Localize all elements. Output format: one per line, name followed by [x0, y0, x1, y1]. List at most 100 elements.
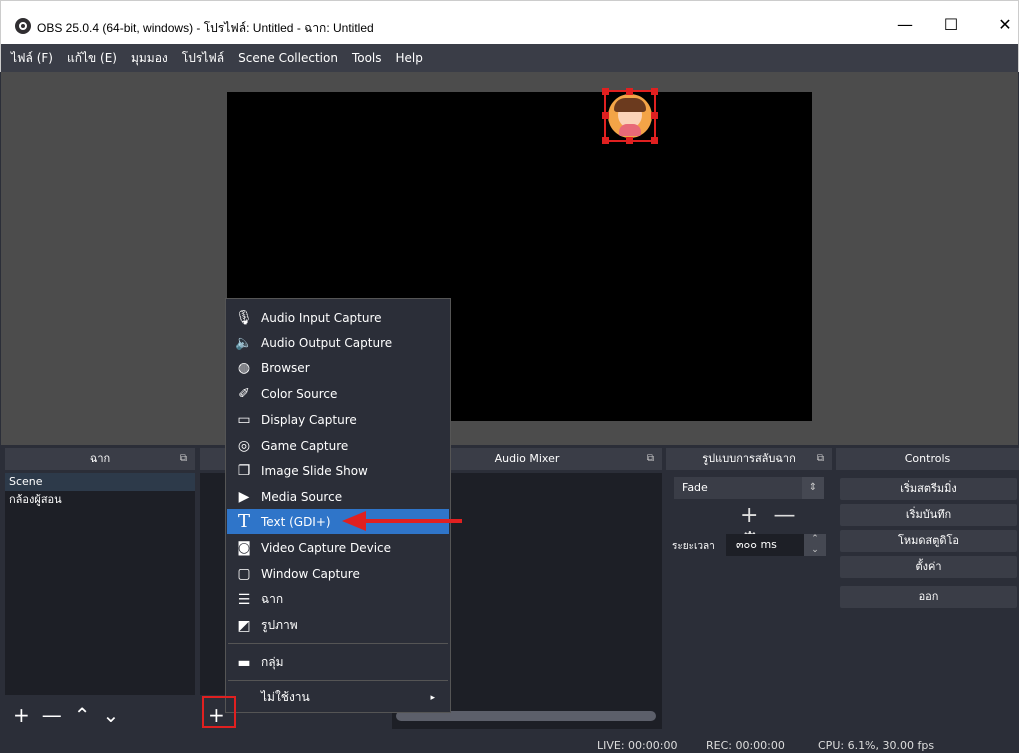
scenes-dock-header: ฉาก ⧉: [5, 448, 195, 470]
dock-float-icon[interactable]: ⧉: [180, 448, 187, 470]
add-scene-button[interactable]: +: [13, 703, 30, 727]
maximize-button[interactable]: ☐: [931, 13, 971, 37]
duration-value: ๓๐๐ ms: [736, 538, 777, 551]
menu-item-label: Media Source: [261, 489, 343, 504]
microphone-icon: 🎙: [235, 309, 253, 326]
chevron-updown-icon: ⇕: [802, 477, 824, 499]
resize-handle[interactable]: [602, 112, 609, 119]
scenes-dock: ฉาก ⧉ Scene กล้องผู้สอน + — ⌃ ⌄: [5, 448, 195, 738]
blank-icon: [233, 689, 255, 707]
transition-selected-value: Fade: [682, 481, 708, 494]
resize-handle[interactable]: [602, 137, 609, 144]
globe-icon: ◍: [237, 359, 251, 376]
submenu-arrow-icon: ▸: [430, 692, 435, 703]
menu-item-display-capture[interactable]: ▭ Display Capture: [227, 407, 449, 432]
resize-handle[interactable]: [651, 88, 658, 95]
menu-tools[interactable]: Tools: [352, 51, 382, 65]
start-streaming-button[interactable]: เริ่มสตรีมมิ่ง: [840, 478, 1017, 500]
transitions-body: Fade ⇕ + — ⚙ ระยะเวลา ๓๐๐ ms ⌃⌄: [666, 473, 832, 603]
resize-handle[interactable]: [626, 88, 633, 95]
transitions-title: รูปแบบการสลับฉาก: [702, 452, 796, 465]
list-item[interactable]: กล้องผู้สอน: [5, 491, 195, 509]
speaker-icon: 🔈: [235, 334, 253, 351]
camera-icon: ◙: [237, 539, 251, 556]
controls-header: Controls: [836, 448, 1019, 470]
selected-source-image[interactable]: [602, 88, 658, 144]
resize-handle[interactable]: [626, 137, 633, 144]
add-source-context-menu: 🎙 Audio Input Capture 🔈 Audio Output Cap…: [225, 298, 451, 713]
menu-item-label: Audio Output Capture: [261, 335, 393, 350]
menu-item-label: Display Capture: [261, 412, 357, 427]
duration-field[interactable]: ๓๐๐ ms ⌃ ⌄: [726, 534, 826, 556]
rec-status: REC: 00:00:00: [706, 739, 785, 752]
scenes-list: Scene กล้องผู้สอน: [5, 473, 195, 695]
settings-button[interactable]: ตั้งค่า: [840, 556, 1017, 578]
text-icon: T: [237, 510, 250, 532]
title-bar: OBS 25.0.4 (64-bit, windows) - โปรไฟล์: …: [0, 0, 1019, 44]
cpu-status: CPU: 6.1%, 30.00 fps: [818, 739, 935, 752]
resize-handle[interactable]: [651, 137, 658, 144]
menu-item-window-capture[interactable]: ▢ Window Capture: [227, 561, 449, 586]
stepper-icon[interactable]: ⌃ ⌄: [804, 534, 826, 556]
menu-item-browser[interactable]: ◍ Browser: [227, 355, 449, 380]
start-recording-button[interactable]: เริ่มบันทึก: [840, 504, 1017, 526]
menu-item-game-capture[interactable]: ◎ Game Capture: [227, 433, 449, 458]
menu-item-audio-input-capture[interactable]: 🎙 Audio Input Capture: [227, 305, 449, 330]
play-icon: ▶: [238, 488, 250, 505]
live-status: LIVE: 00:00:00: [597, 739, 678, 752]
resize-handle[interactable]: [651, 112, 658, 119]
menu-view[interactable]: มุมมอง: [131, 49, 168, 68]
menu-item-label: Browser: [261, 360, 310, 375]
minimize-button[interactable]: —: [885, 13, 925, 37]
move-scene-down-button[interactable]: ⌄: [103, 703, 120, 727]
image-icon: ◩: [237, 617, 251, 634]
menu-item-image[interactable]: ◩ รูปภาพ: [227, 613, 449, 638]
menu-item-label: Image Slide Show: [261, 463, 368, 478]
menu-scene-collection[interactable]: Scene Collection: [238, 51, 338, 65]
menu-item-label: รูปภาพ: [261, 618, 298, 632]
menu-item-label: Video Capture Device: [261, 540, 392, 555]
add-transition-button[interactable]: +: [740, 503, 758, 528]
list-icon: ☰: [237, 591, 251, 608]
transition-select[interactable]: Fade ⇕: [674, 477, 824, 499]
resize-handle[interactable]: [602, 88, 609, 95]
monitor-icon: ▭: [237, 411, 251, 428]
remove-transition-button[interactable]: —: [773, 503, 795, 528]
menu-item-label: ฉาก: [261, 592, 284, 606]
window-icon: ▢: [237, 565, 251, 582]
duration-label: ระยะเวลา: [672, 541, 715, 552]
annotation-highlight-box: [202, 696, 236, 728]
menu-item-label: Color Source: [261, 386, 338, 401]
menu-help[interactable]: Help: [396, 51, 423, 65]
menu-separator: [228, 643, 448, 644]
move-scene-up-button[interactable]: ⌃: [74, 703, 91, 727]
menu-item-audio-output-capture[interactable]: 🔈 Audio Output Capture: [227, 330, 449, 355]
menu-item-media-source[interactable]: ▶ Media Source: [227, 484, 449, 509]
menu-item-group[interactable]: ▬ กลุ่ม: [227, 650, 449, 675]
menu-item-color-source[interactable]: ✐ Color Source: [227, 381, 449, 406]
scenes-toolbar: + — ⌃ ⌄: [5, 700, 195, 730]
scenes-dock-title: ฉาก: [89, 452, 111, 465]
menu-item-video-capture-device[interactable]: ◙ Video Capture Device: [227, 535, 449, 560]
menu-item-label: Game Capture: [261, 438, 349, 453]
menu-profile[interactable]: โปรไฟล์: [182, 49, 224, 68]
audio-mixer-title: Audio Mixer: [494, 452, 560, 465]
close-button[interactable]: ✕: [985, 13, 1019, 37]
controls-dock: Controls เริ่มสตรีมมิ่ง เริ่มบันทึก โหมด…: [836, 448, 1019, 738]
list-item[interactable]: Scene: [5, 473, 195, 491]
selection-outline: [604, 90, 656, 142]
menu-bar: ไฟล์ (F) แก้ไข (E) มุมมอง โปรไฟล์ Scene …: [0, 44, 1019, 72]
window-title: OBS 25.0.4 (64-bit, windows) - โปรไฟล์: …: [37, 21, 374, 35]
menu-item-image-slide-show[interactable]: ❐ Image Slide Show: [227, 458, 449, 483]
remove-scene-button[interactable]: —: [42, 703, 62, 727]
status-bar: LIVE: 00:00:00 REC: 00:00:00 CPU: 6.1%, …: [0, 738, 1019, 753]
menu-item-deprecated[interactable]: ไม่ใช้งาน ▸: [227, 685, 449, 710]
menu-file[interactable]: ไฟล์ (F): [11, 49, 53, 68]
exit-button[interactable]: ออก: [840, 586, 1017, 608]
studio-mode-button[interactable]: โหมดสตูดิโอ: [840, 530, 1017, 552]
menu-item-label: Window Capture: [261, 566, 360, 581]
dock-float-icon[interactable]: ⧉: [817, 448, 824, 470]
dock-float-icon[interactable]: ⧉: [647, 448, 654, 470]
menu-edit[interactable]: แก้ไข (E): [67, 49, 117, 68]
menu-item-scene[interactable]: ☰ ฉาก: [227, 587, 449, 612]
